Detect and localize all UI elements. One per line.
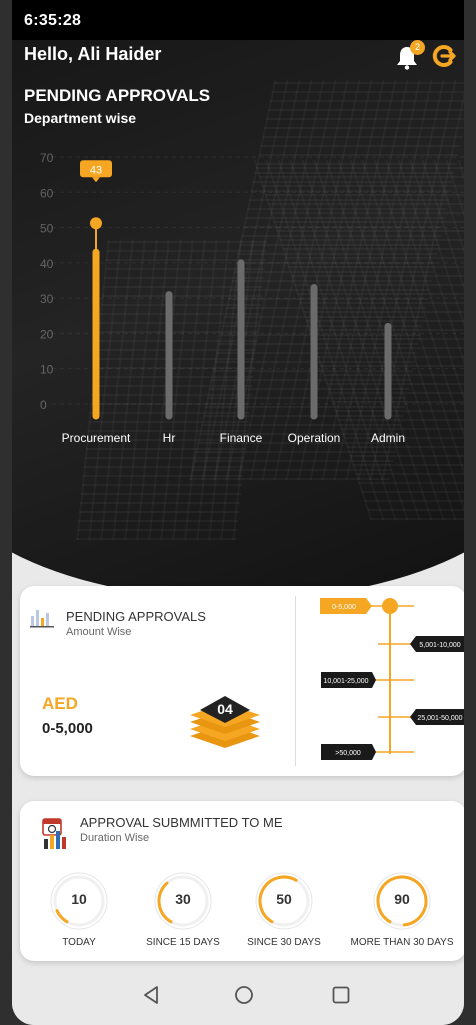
calendar-chart-icon [42,818,66,849]
home-icon[interactable] [234,985,254,1005]
amount-card-title: PENDING APPROVALS [66,609,206,624]
y-tick-label: 70 [40,151,54,165]
pending-subtitle: Department wise [24,110,137,126]
duration-gauge[interactable]: 90 [372,871,432,931]
greeting: Hello, Ali Haider [24,44,162,64]
range-label: 10,001-25,000 [323,678,368,685]
phone-screen: 6:35:28 Hello, Ali Haider 2 PENDING APPR… [12,0,464,1025]
gauge-label: TODAY [62,937,96,948]
y-tick-label: 20 [40,327,54,341]
duration-gauge[interactable]: 10 [49,871,109,931]
gauge-value: 10 [71,891,87,907]
timeline-selected-dot [382,598,398,614]
pending-count: 04 [217,701,233,717]
system-nav-bar [12,970,464,1025]
y-tick-label: 30 [40,292,54,306]
gauge-value: 90 [394,891,410,907]
y-tick-label: 40 [40,257,54,271]
bar-chart-icon [30,610,54,628]
gauge-value: 30 [175,891,191,907]
x-tick-label: Procurement [62,431,131,445]
amount-wise-card[interactable]: PENDING APPROVALS Amount Wise AED 0-5,00… [20,586,464,776]
y-tick-label: 50 [40,222,54,236]
highlight-point [90,217,102,230]
gauge-label: MORE THAN 30 DAYS [350,937,454,948]
logout-icon[interactable] [432,44,456,68]
gauge-label: SINCE 30 DAYS [247,937,321,948]
notification-badge: 2 [410,40,425,55]
duration-card-subtitle: Duration Wise [80,832,150,844]
data-label-pointer [92,177,100,183]
currency-label: AED [42,694,78,713]
status-time: 6:35:28 [24,12,82,29]
department-bar-chart: 0 10 20 30 40 50 60 70 Procurement 43 Hr Finance Ope… [40,151,464,445]
range-label: 5,001-10,000 [419,642,460,649]
duration-gauge[interactable]: 30 [153,871,213,931]
y-tick-label: 10 [40,363,54,377]
status-bar: 6:35:28 [12,0,464,40]
recents-icon[interactable] [331,985,351,1005]
range-label: 25,001-50,000 [417,715,462,722]
gauge-value: 50 [276,891,292,907]
duration-card-title: APPROVAL SUBMMITTED TO ME [80,815,283,830]
data-label: 43 [90,164,102,176]
back-icon[interactable] [142,985,162,1005]
duration-gauge[interactable]: 50 [254,871,314,931]
amount-card-subtitle: Amount Wise [66,626,132,638]
duration-wise-card[interactable]: APPROVAL SUBMMITTED TO ME Duration Wise … [20,801,464,961]
amount-range-timeline[interactable]: 0-5,000 5,001-10,000 10,001-25,000 25,001-5… [296,586,464,776]
x-tick-label: Hr [163,431,176,445]
y-tick-label: 0 [40,398,47,412]
x-tick-label: Admin [371,431,405,445]
pending-title: PENDING APPROVALS [24,86,211,105]
x-tick-label: Finance [220,431,263,445]
selected-range: 0-5,000 [42,720,93,737]
y-tick-label: 60 [40,186,54,200]
range-label: 0-5,000 [332,604,356,611]
range-label: >50,000 [335,750,361,757]
x-tick-label: Operation [288,431,341,445]
